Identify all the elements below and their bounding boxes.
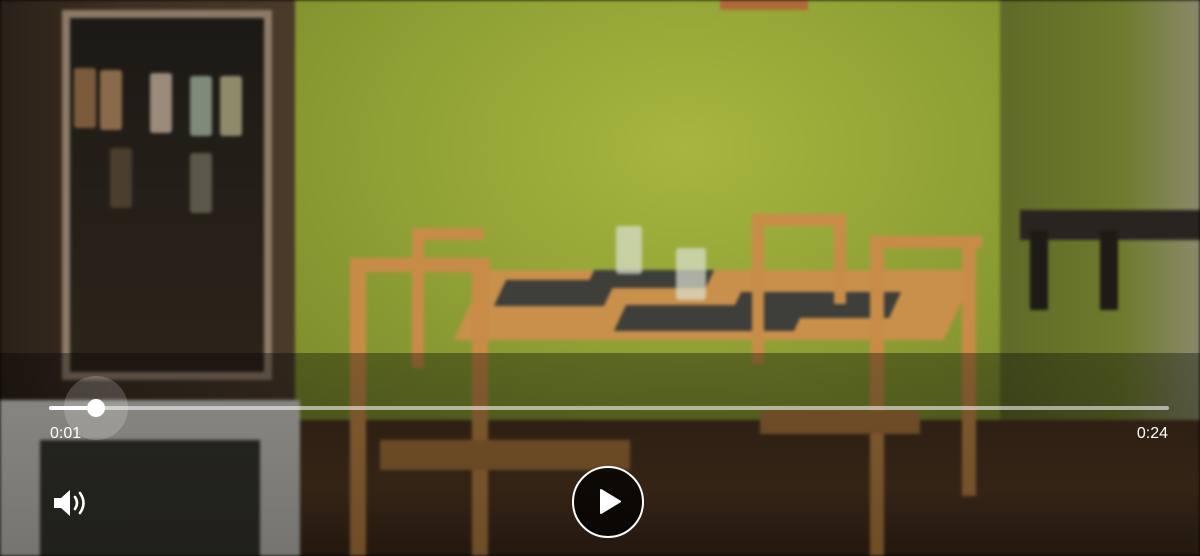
video-jar: [220, 76, 242, 136]
elapsed-time: 0:01: [50, 425, 82, 442]
video-jar: [100, 70, 122, 130]
video-dark-leg: [1030, 230, 1048, 310]
speaker-volume-icon: [54, 490, 85, 516]
video-cabinet-glass: [62, 10, 272, 380]
video-jar: [74, 68, 96, 128]
video-glass: [616, 226, 642, 274]
progress-track[interactable]: [49, 406, 1169, 410]
video-chair-rail: [752, 214, 846, 226]
play-icon: [600, 489, 621, 514]
total-duration: 0:24: [1136, 425, 1168, 442]
video-glass: [676, 248, 706, 300]
video-chair-post: [752, 214, 764, 364]
video-player[interactable]: 0:01 0:24: [0, 0, 1200, 556]
video-chair-post: [412, 228, 424, 368]
video-jar: [190, 76, 212, 136]
video-jar: [150, 73, 172, 133]
video-jar: [190, 153, 212, 213]
play-button[interactable]: [572, 466, 644, 538]
video-chair-post: [834, 214, 846, 304]
volume-button[interactable]: [52, 488, 90, 518]
video-picture-frame: [720, 0, 808, 10]
video-dark-leg: [1100, 230, 1118, 310]
scrubber-handle[interactable]: [87, 399, 106, 417]
video-jar: [110, 148, 132, 208]
video-chair-rail: [350, 258, 490, 272]
